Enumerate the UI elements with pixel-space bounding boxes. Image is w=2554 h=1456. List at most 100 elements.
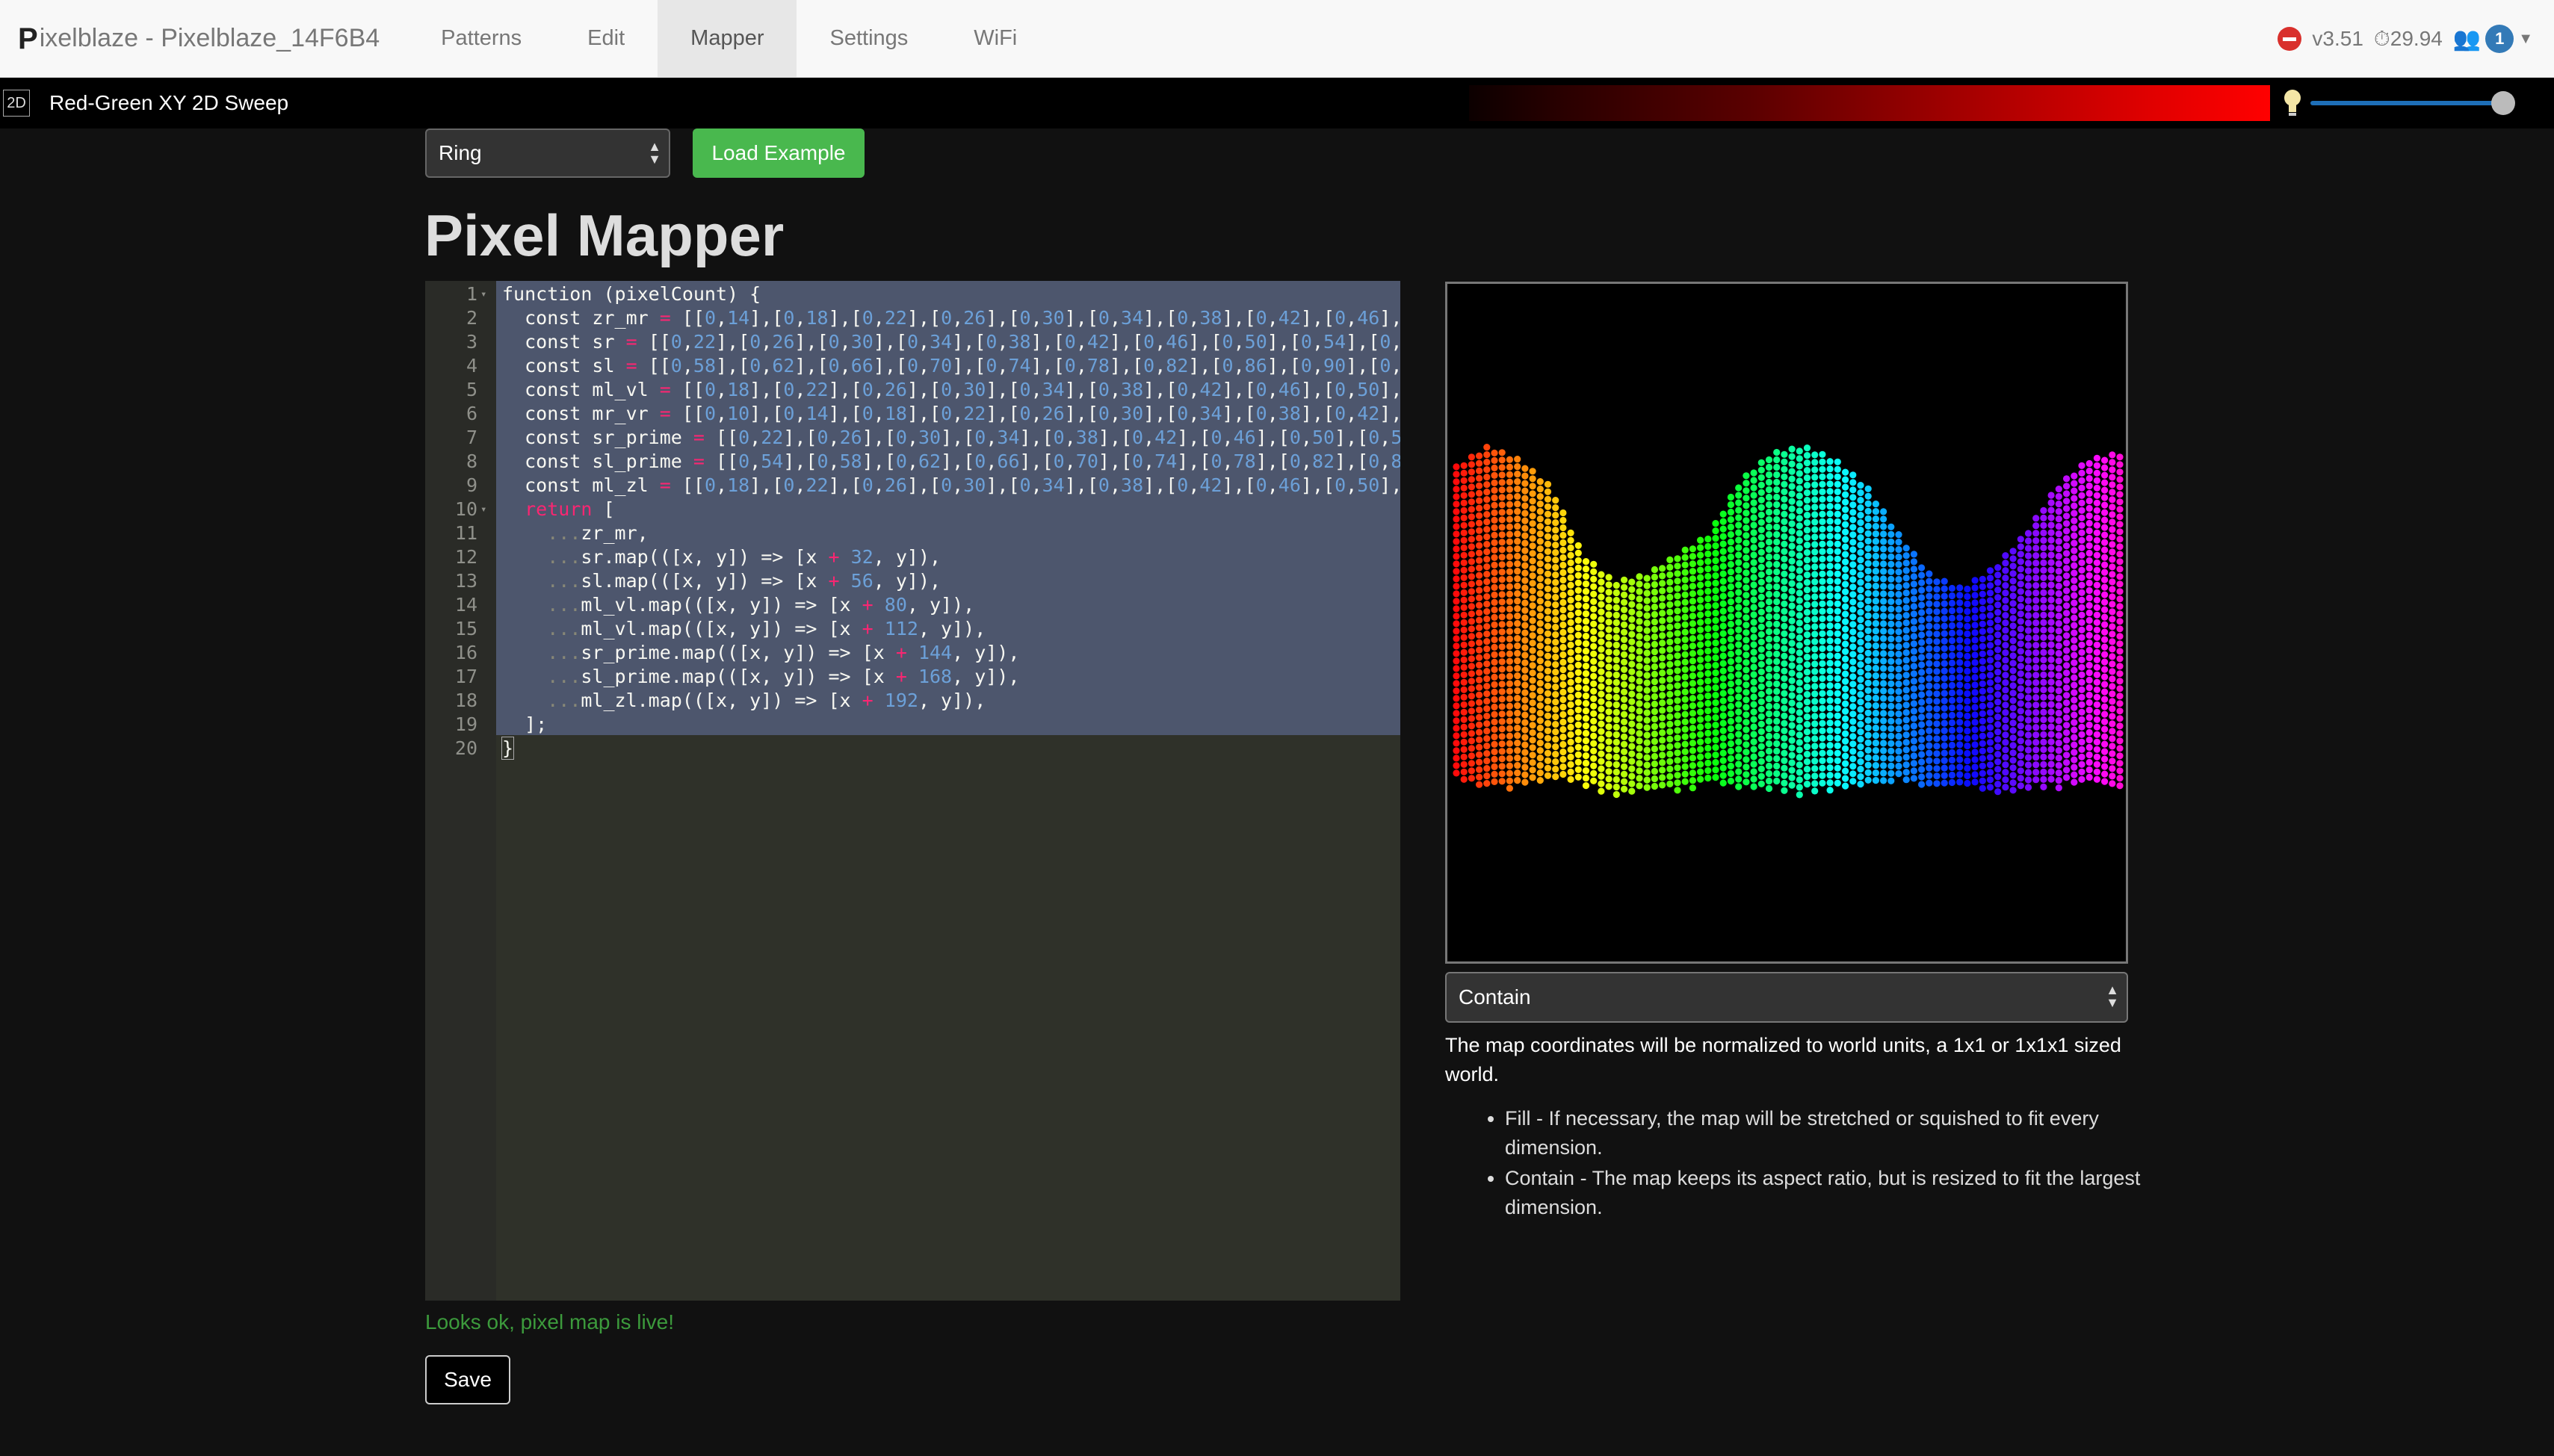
- code-line[interactable]: 1 ▾ function (pixelCount) {: [425, 282, 1400, 306]
- led-pixel: [1681, 778, 1689, 785]
- led-pixel: [1521, 636, 1529, 644]
- led-pixel: [1803, 781, 1811, 788]
- led-pixel: [1651, 580, 1658, 589]
- led-pixel: [2109, 526, 2116, 533]
- code-line[interactable]: 2 const zr_mr = [[0,14],[0,18],[0,22],[0…: [425, 306, 1400, 330]
- led-pixel: [1864, 492, 1872, 500]
- led-pixel: [1674, 675, 1681, 682]
- led-pixel: [1666, 750, 1674, 758]
- code-line[interactable]: 4 const sl = [[0,58],[0,62],[0,66],[0,70…: [425, 354, 1400, 378]
- fold-arrow-icon[interactable]: ▾: [480, 282, 486, 306]
- led-pixel: [1826, 772, 1834, 779]
- map-example-select[interactable]: Ring ▲ ▼: [425, 128, 670, 178]
- code-line[interactable]: 16 ...sr_prime.map(([x, y]) => [x + 144,…: [425, 641, 1400, 665]
- brightness-slider-thumb[interactable]: [2491, 91, 2515, 115]
- led-pixel: [1666, 631, 1674, 638]
- led-pixel: [1468, 775, 1475, 782]
- led-pixel: [2101, 703, 2109, 710]
- led-pixel: [1971, 741, 1979, 749]
- led-pixel: [1536, 515, 1544, 523]
- led-pixel: [1926, 645, 1933, 652]
- code-line[interactable]: 19 ];: [425, 713, 1400, 737]
- code-line[interactable]: 15 ...ml_vl.map(([x, y]) => [x + 112, y]…: [425, 617, 1400, 641]
- led-pixel: [1689, 784, 1696, 792]
- led-pixel: [1933, 720, 1941, 728]
- line-number: 13: [454, 570, 477, 592]
- led-pixel: [1697, 604, 1704, 611]
- led-pixel: [1933, 601, 1941, 608]
- led-pixel: [1796, 507, 1803, 515]
- code-editor[interactable]: 1 ▾ function (pixelCount) {2 const zr_mr =…: [425, 281, 1400, 1301]
- led-pixel: [1994, 713, 2002, 721]
- led-pixel: [1918, 728, 1926, 736]
- map-preview-canvas[interactable]: [1445, 282, 2128, 964]
- code-line[interactable]: 6 const mr_vr = [[0,10],[0,14],[0,18],[0…: [425, 402, 1400, 426]
- fit-mode-select[interactable]: Contain ▲ ▼: [1445, 972, 2128, 1023]
- led-pixel: [1826, 779, 1834, 787]
- led-pixel: [1521, 689, 1529, 696]
- code-line[interactable]: 17 ...sl_prime.map(([x, y]) => [x + 168,…: [425, 665, 1400, 689]
- code-line[interactable]: 12 ...sr.map(([x, y]) => [x + 32, y]),: [425, 545, 1400, 569]
- led-pixel: [2024, 634, 2032, 642]
- led-pixel: [1880, 740, 1887, 747]
- led-pixel: [1926, 607, 1933, 615]
- led-pixel: [2085, 736, 2093, 744]
- code-line[interactable]: 7 const sr_prime = [[0,22],[0,26],[0,30]…: [425, 426, 1400, 450]
- users-menu[interactable]: 👥 1 ▼: [2453, 25, 2533, 53]
- led-pixel: [1773, 463, 1781, 471]
- brand[interactable]: P ixelblaze - Pixelblaze_14F6B4: [18, 0, 380, 78]
- led-pixel: [1712, 654, 1719, 662]
- code-line[interactable]: 8 const sl_prime = [[0,54],[0,58],[0,62]…: [425, 450, 1400, 474]
- code-line[interactable]: 20}: [425, 737, 1400, 760]
- led-pixel: [1781, 585, 1788, 592]
- led-pixel: [1743, 472, 1750, 480]
- led-pixel: [1826, 585, 1834, 592]
- led-pixel: [1712, 639, 1719, 647]
- led-pixel: [1964, 675, 1971, 683]
- tab-edit[interactable]: Edit: [554, 0, 658, 78]
- line-number: 5: [466, 379, 477, 400]
- save-button[interactable]: Save: [425, 1355, 510, 1404]
- stop-icon[interactable]: [2278, 27, 2302, 51]
- led-pixel: [2063, 602, 2071, 610]
- led-pixel: [2040, 663, 2047, 671]
- load-example-button[interactable]: Load Example: [693, 128, 865, 178]
- led-pixel: [1994, 751, 2002, 758]
- code-line[interactable]: 10 ▾ return [: [425, 498, 1400, 521]
- code-line[interactable]: 11 ...zr_mr,: [425, 521, 1400, 545]
- led-pixel: [1826, 465, 1834, 473]
- led-pixel: [1521, 592, 1529, 599]
- led-pixel: [1712, 677, 1719, 684]
- code-line[interactable]: 9 const ml_zl = [[0,18],[0,22],[0,26],[0…: [425, 474, 1400, 498]
- led-pixel: [1651, 618, 1658, 626]
- code-line[interactable]: 18 ...ml_zl.map(([x, y]) => [x + 192, y]…: [425, 689, 1400, 713]
- led-pixel: [1826, 518, 1834, 525]
- led-pixel: [1643, 769, 1651, 776]
- led-pixel: [1834, 607, 1841, 615]
- led-pixel: [1590, 583, 1598, 590]
- led-pixel: [2032, 657, 2040, 664]
- led-pixel: [2055, 717, 2062, 725]
- fold-arrow-icon[interactable]: ▾: [480, 498, 486, 521]
- led-pixel: [1910, 745, 1917, 752]
- code-line[interactable]: 3 const sr = [[0,22],[0,26],[0,30],[0,34…: [425, 330, 1400, 354]
- tab-settings[interactable]: Settings: [797, 0, 941, 78]
- led-pixel: [1948, 749, 1955, 757]
- led-pixel: [1948, 629, 1955, 637]
- tab-mapper[interactable]: Mapper: [658, 0, 797, 78]
- led-pixel: [1826, 645, 1834, 652]
- brightness-slider[interactable]: [2310, 91, 2515, 115]
- led-pixel: [1956, 584, 1964, 592]
- led-pixel: [1895, 561, 1902, 569]
- code-line[interactable]: 13 ...sl.map(([x, y]) => [x + 56, y]),: [425, 569, 1400, 593]
- led-pixel: [1743, 562, 1750, 569]
- code-line[interactable]: 14 ...ml_vl.map(([x, y]) => [x + 80, y])…: [425, 593, 1400, 617]
- tab-wifi[interactable]: WiFi: [941, 0, 1050, 78]
- led-pixel: [1918, 564, 1926, 571]
- led-pixel: [1674, 787, 1681, 794]
- led-pixel: [1750, 574, 1757, 581]
- code-line[interactable]: 5 const ml_vl = [[0,18],[0,22],[0,26],[0…: [425, 378, 1400, 402]
- led-pixel: [1727, 777, 1734, 785]
- led-pixel: [2071, 763, 2078, 771]
- tab-patterns[interactable]: Patterns: [408, 0, 554, 78]
